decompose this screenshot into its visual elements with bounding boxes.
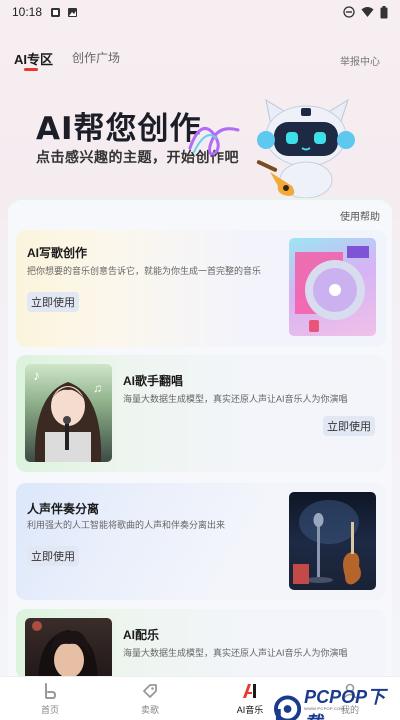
nav-sell-songs-label: 卖歌	[140, 705, 159, 715]
cd-disc-icon	[295, 246, 369, 332]
help-link[interactable]: 使用帮助	[340, 208, 380, 223]
pcpop-logo-icon	[274, 695, 302, 720]
card-ai-singer-cover[interactable]: ♪ ♫ AI歌手翻唱 海量大数据生成模型，真实还原人声让AI音乐人为你演唱 立即…	[16, 355, 386, 472]
nav-sell-songs[interactable]: 卖歌	[115, 677, 185, 720]
card-title: AI写歌创作	[27, 246, 88, 260]
image-icon	[68, 7, 78, 17]
active-tab-indicator	[24, 68, 38, 71]
wifi-icon	[361, 7, 374, 17]
tab-ai-zone[interactable]: AI专区	[14, 49, 53, 68]
use-now-button[interactable]: 立即使用	[27, 546, 79, 566]
hero-title: AI帮您创作	[36, 111, 202, 147]
robot-mascot-icon	[256, 98, 355, 199]
use-now-button[interactable]: 立即使用	[323, 416, 375, 436]
card-ai-soundtrack[interactable]: AI配乐 海量大数据生成模型，真实还原人声让AI音乐人为你演唱	[16, 609, 386, 676]
do-not-disturb-icon	[343, 6, 355, 18]
nav-ai-music-label: AI音乐	[236, 705, 264, 715]
card-title: 人声伴奏分离	[27, 502, 100, 516]
singer-portrait-image: ♪ ♫	[25, 364, 112, 462]
album-cover-image	[289, 238, 376, 336]
home-icon	[45, 683, 57, 699]
card-description: 海量大数据生成模型，真实还原人声让AI音乐人为你演唱	[123, 394, 348, 404]
musician-portrait-image	[25, 618, 112, 676]
card-description: 把你想要的音乐创意告诉它，就能为你生成一首完整的音乐	[27, 266, 262, 276]
stage-microphone-image	[289, 492, 376, 590]
microphone-guitar-icon	[293, 500, 361, 585]
card-title: AI配乐	[123, 628, 160, 642]
singer-illustration-icon: ♪ ♫	[33, 367, 102, 462]
svg-text:♫: ♫	[93, 381, 102, 395]
status-time: 10:18	[12, 5, 43, 19]
notification-square-icon	[51, 7, 61, 17]
ai-music-icon	[243, 684, 256, 698]
watermark-brand: PCPOP下载	[304, 687, 386, 720]
card-vocal-separation[interactable]: 人声伴奏分离 利用强大的人工智能将歌曲的人声和伴奏分离出来 立即使用	[16, 483, 386, 600]
report-center-link[interactable]: 举报中心	[340, 53, 380, 68]
svg-text:♪: ♪	[33, 367, 40, 383]
tab-creation-square[interactable]: 创作广场	[72, 49, 120, 66]
nav-home[interactable]: 首页	[15, 677, 85, 720]
tag-icon	[143, 684, 157, 698]
battery-icon	[380, 5, 388, 18]
swirl-decoration-icon	[188, 127, 240, 156]
card-description: 海量大数据生成模型，真实还原人声让AI音乐人为你演唱	[123, 648, 348, 658]
card-ai-song-creation[interactable]: AI写歌创作 把你想要的音乐创意告诉它，就能为你生成一首完整的音乐 立即使用	[16, 230, 386, 347]
status-bar: 10:18	[0, 0, 400, 24]
card-title: AI歌手翻唱	[123, 374, 184, 388]
pcpop-watermark: PCPOP下载 WWW.PCPOP.COM	[274, 683, 400, 720]
musician-illustration-icon	[32, 621, 98, 676]
card-description: 利用强大的人工智能将歌曲的人声和伴奏分离出来	[27, 520, 226, 530]
ai-features-panel: 使用帮助 AI写歌创作 把你想要的音乐创意告诉它，就能为你生成一首完整的音乐 立…	[8, 198, 392, 676]
nav-home-label: 首页	[40, 705, 59, 715]
watermark-url: WWW.PCPOP.COM	[304, 706, 345, 711]
use-now-button[interactable]: 立即使用	[27, 292, 79, 312]
top-tabs: AI专区 创作广场 举报中心	[14, 46, 386, 76]
